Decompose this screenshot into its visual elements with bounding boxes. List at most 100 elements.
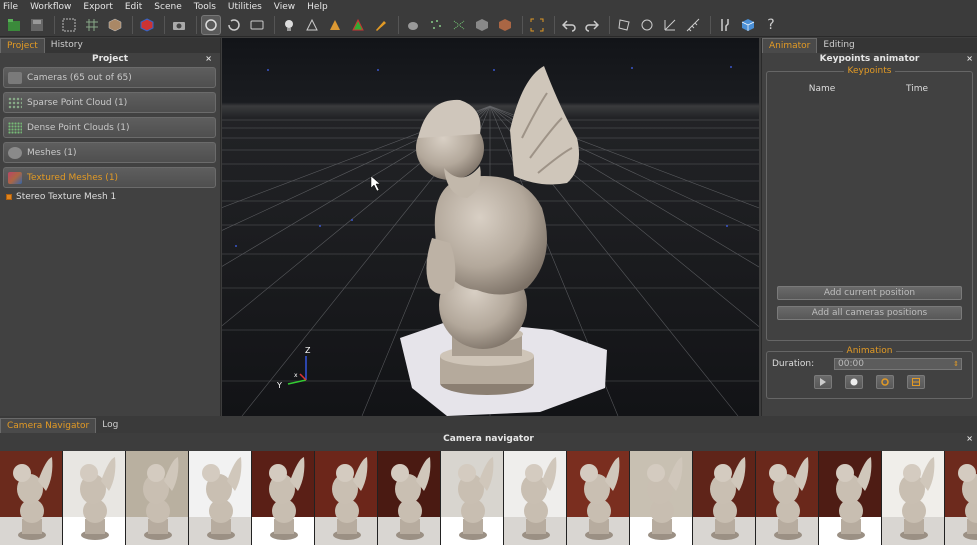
menu-view[interactable]: View [274, 2, 295, 12]
tab-editing[interactable]: Editing [817, 38, 860, 53]
keypoints-header: Name Time [767, 84, 972, 94]
camera-thumbnail[interactable] [567, 451, 630, 545]
spinner-icon[interactable]: ⇕ [953, 359, 959, 369]
dense-cloud-icon[interactable] [449, 15, 469, 35]
mesh-solid-icon[interactable] [472, 15, 492, 35]
camera-thumbnail[interactable] [441, 451, 504, 545]
camera-thumbnail[interactable] [378, 451, 441, 545]
tree-item-stereo-mesh[interactable]: Stereo Texture Mesh 1 [6, 192, 220, 202]
video-icon[interactable] [247, 15, 267, 35]
menu-scene[interactable]: Scene [154, 2, 181, 12]
axis-x-label: x [294, 372, 298, 379]
camera-thumbnail[interactable] [0, 451, 63, 545]
duration-input[interactable]: 00:00 ⇕ [834, 358, 962, 370]
mesh-icon [8, 146, 22, 159]
textured-mesh-icon[interactable] [495, 15, 515, 35]
loop-button[interactable] [876, 375, 894, 389]
tab-animator[interactable]: Animator [762, 38, 818, 53]
camera-thumbnail[interactable] [252, 451, 315, 545]
point-cloud-icon[interactable] [426, 15, 446, 35]
camera-thumbnail[interactable] [126, 451, 189, 545]
record-button[interactable] [845, 375, 863, 389]
tab-camera-navigator[interactable]: Camera Navigator [0, 418, 97, 433]
animal-icon[interactable] [403, 15, 423, 35]
view-cube-icon[interactable] [738, 15, 758, 35]
camera-thumbnail[interactable] [693, 451, 756, 545]
brush-icon[interactable] [371, 15, 391, 35]
menu-edit[interactable]: Edit [125, 2, 142, 12]
help-icon[interactable]: ? [761, 15, 781, 35]
record-icon [850, 378, 858, 386]
new-project-icon[interactable] [4, 15, 24, 35]
camera-thumbnail[interactable] [315, 451, 378, 545]
menu-workflow[interactable]: Workflow [30, 2, 71, 12]
viewport-canvas[interactable]: Z Y x [222, 38, 759, 416]
project-item-textured-meshes[interactable]: Textured Meshes (1) [3, 167, 216, 188]
play-button[interactable] [814, 375, 832, 389]
circle-select-icon[interactable] [637, 15, 657, 35]
animation-label: Animation [842, 346, 897, 356]
dense-cloud-icon [8, 121, 22, 134]
tab-log[interactable]: Log [96, 418, 124, 433]
color-cube-icon[interactable] [137, 15, 157, 35]
add-all-cameras-button[interactable]: Add all cameras positions [777, 306, 962, 320]
project-item-label: Dense Point Clouds (1) [27, 122, 130, 133]
camera-thumbnail[interactable] [756, 451, 819, 545]
select-region-icon[interactable] [59, 15, 79, 35]
axis-z-label: Z [305, 346, 311, 355]
camera-thumbnail[interactable] [819, 451, 882, 545]
export-button[interactable] [907, 375, 925, 389]
triangle-rgb-icon[interactable] [348, 15, 368, 35]
rotate-icon[interactable] [224, 15, 244, 35]
menu-utilities[interactable]: Utilities [228, 2, 262, 12]
camera-thumbnail[interactable] [504, 451, 567, 545]
project-item-label: Cameras (65 out of 65) [27, 72, 132, 83]
playback-controls [767, 375, 972, 389]
project-item-cameras[interactable]: Cameras (65 out of 65) [3, 67, 216, 88]
menu-tools[interactable]: Tools [194, 2, 216, 12]
play-icon [820, 378, 826, 386]
camera-icon[interactable] [169, 15, 189, 35]
close-icon[interactable]: × [966, 53, 973, 65]
camera-navigator-panel: Camera Navigator Log Camera navigator × [0, 416, 977, 545]
camera-thumbnail[interactable] [945, 451, 977, 545]
lasso-icon[interactable] [614, 15, 634, 35]
undo-icon[interactable] [559, 15, 579, 35]
close-icon[interactable]: × [205, 53, 212, 65]
light-bulb-icon[interactable] [279, 15, 299, 35]
triangle-color-icon[interactable] [325, 15, 345, 35]
bottom-tabs: Camera Navigator Log [0, 416, 977, 433]
toolbar-separator [274, 15, 275, 34]
cube-icon[interactable] [105, 15, 125, 35]
camera-thumbnail[interactable] [630, 451, 693, 545]
tree-item-label: Stereo Texture Mesh 1 [16, 192, 117, 202]
project-item-sparse-cloud[interactable]: Sparse Point Cloud (1) [3, 92, 216, 113]
camera-thumbnail[interactable] [63, 451, 126, 545]
redo-icon[interactable] [582, 15, 602, 35]
project-item-dense-cloud[interactable]: Dense Point Clouds (1) [3, 117, 216, 138]
add-current-position-button[interactable]: Add current position [777, 286, 962, 300]
gizmo-icon[interactable] [660, 15, 680, 35]
toolbar-separator [522, 15, 523, 34]
triangle-points-icon[interactable] [302, 15, 322, 35]
fit-view-icon[interactable] [527, 15, 547, 35]
tools-icon[interactable] [715, 15, 735, 35]
measure-icon[interactable] [683, 15, 703, 35]
menu-file[interactable]: File [3, 2, 18, 12]
camera-thumbnail[interactable] [189, 451, 252, 545]
camera-thumbnail[interactable] [882, 451, 945, 545]
orbit-icon[interactable] [201, 14, 221, 35]
toolbar-separator [164, 15, 165, 34]
menu-export[interactable]: Export [83, 2, 112, 12]
save-icon[interactable] [27, 15, 47, 35]
mesh-grid-icon[interactable] [82, 15, 102, 35]
tab-history[interactable]: History [45, 38, 89, 53]
3d-viewport[interactable]: Z Y x [222, 38, 759, 416]
project-title: Project [91, 54, 129, 64]
checkbox-icon[interactable] [6, 194, 12, 200]
menu-help[interactable]: Help [307, 2, 328, 12]
tab-project[interactable]: Project [0, 38, 45, 53]
axis-y-label: Y [276, 381, 282, 390]
close-icon[interactable]: × [966, 433, 973, 445]
project-item-meshes[interactable]: Meshes (1) [3, 142, 216, 163]
